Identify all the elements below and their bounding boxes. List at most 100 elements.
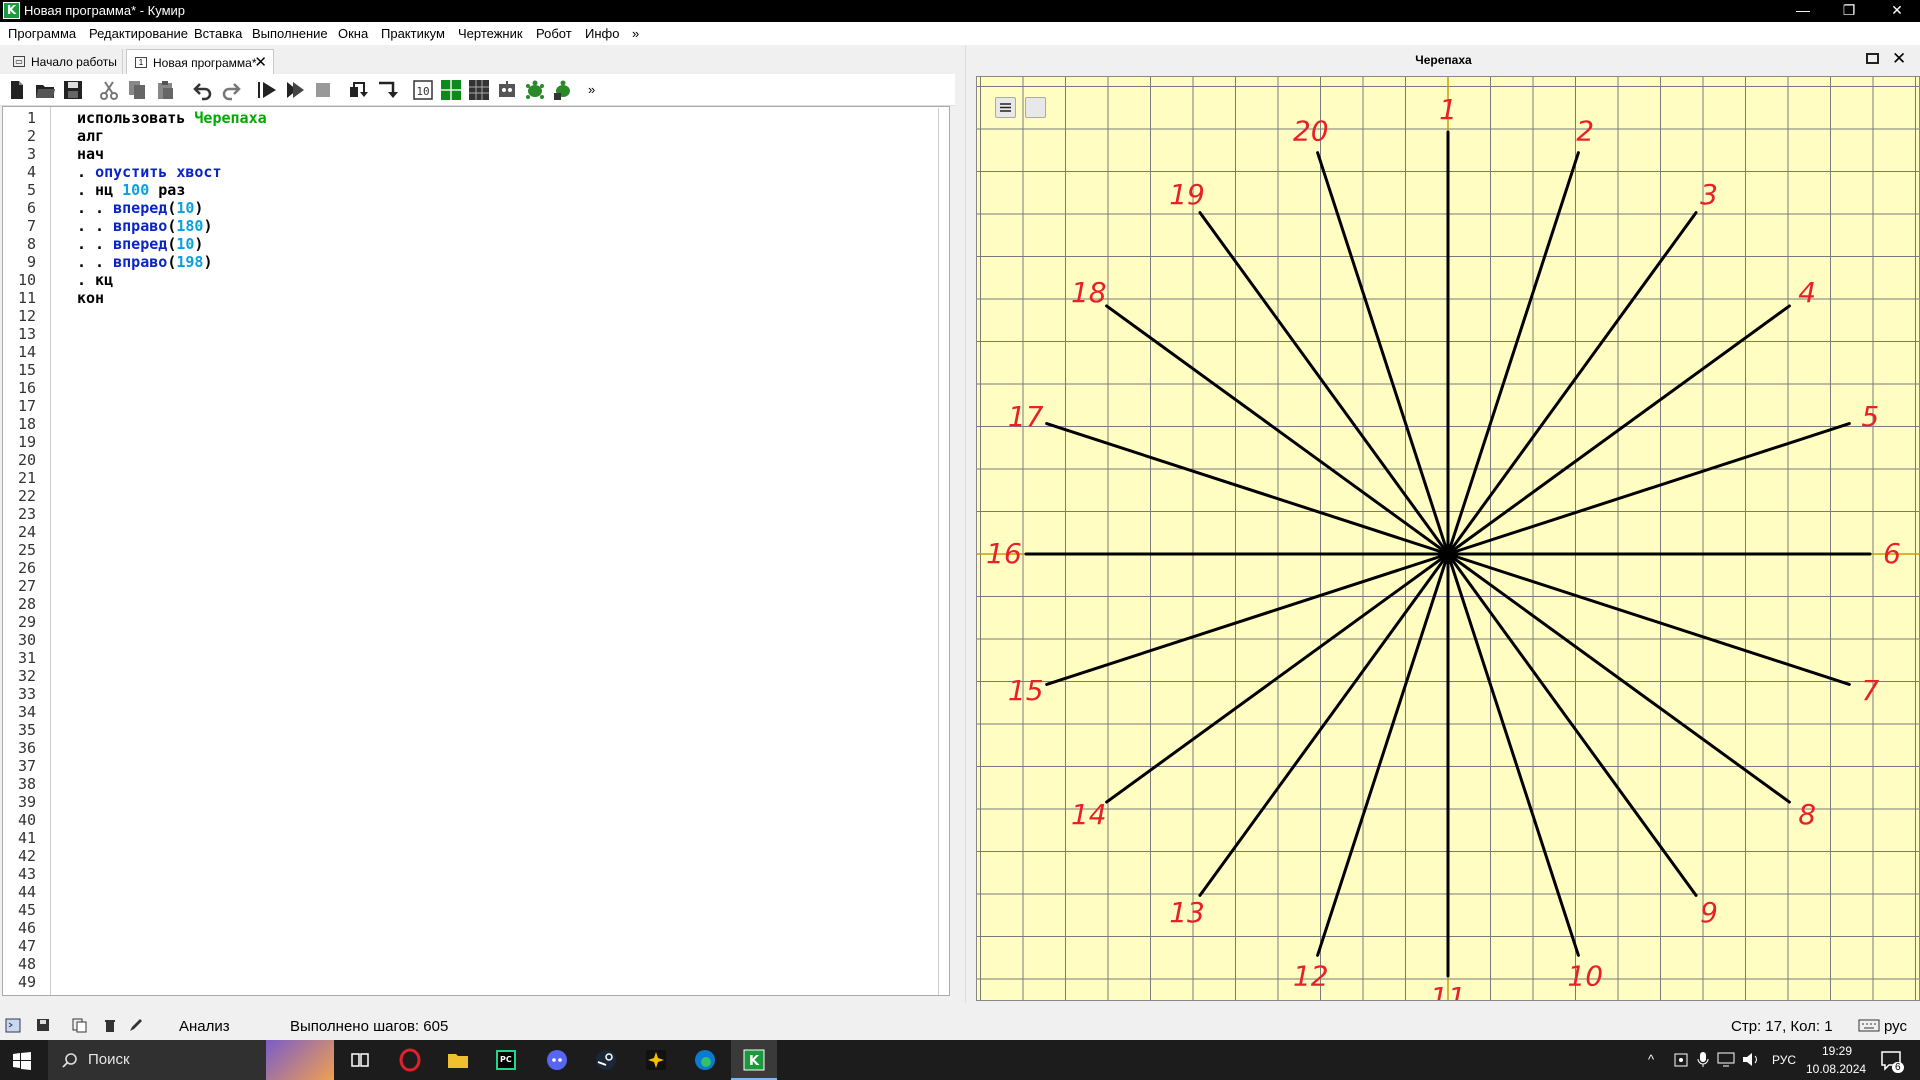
line-number: 32 xyxy=(17,667,36,685)
menu-edit[interactable]: Редактирование xyxy=(89,26,188,41)
line-number: 13 xyxy=(17,325,36,343)
star-app-icon[interactable] xyxy=(644,1048,668,1072)
edge-icon[interactable] xyxy=(693,1048,717,1072)
steam-icon[interactable] xyxy=(594,1048,618,1072)
input-language: рус xyxy=(1884,1018,1908,1035)
minimize-button[interactable]: — xyxy=(1780,0,1826,22)
code-line[interactable]: использовать Черепаха xyxy=(77,109,267,127)
kumir-app-icon: K xyxy=(3,2,20,19)
notification-count: 6 xyxy=(1892,1062,1904,1073)
network-icon[interactable] xyxy=(1717,1052,1735,1067)
variables-icon[interactable]: 10 xyxy=(412,79,434,101)
cut-icon[interactable] xyxy=(98,79,120,101)
code-line[interactable]: . . вперед(10) xyxy=(77,235,203,253)
line-number: 10 xyxy=(17,271,36,289)
menu-overflow[interactable]: » xyxy=(632,26,639,41)
code-line[interactable]: . опустить хвост xyxy=(77,163,222,181)
clear-output-icon[interactable] xyxy=(102,1018,118,1033)
step-into-icon[interactable] xyxy=(376,79,398,101)
canvas-menu-icon[interactable] xyxy=(995,97,1016,118)
menu-program[interactable]: Программа xyxy=(8,26,76,41)
code-token: . нц xyxy=(77,181,123,199)
redo-icon[interactable] xyxy=(220,79,242,101)
line-number: 9 xyxy=(26,253,36,271)
paste-icon[interactable] xyxy=(154,79,176,101)
console-icon[interactable] xyxy=(5,1018,21,1033)
menu-info[interactable]: Инфо xyxy=(585,26,619,41)
line-number: 25 xyxy=(17,541,36,559)
editor-scrollbar[interactable] xyxy=(938,108,949,995)
code-line[interactable]: . нц 100 раз xyxy=(77,181,185,199)
code-line[interactable]: нач xyxy=(77,145,104,163)
keyboard-language[interactable]: РУС xyxy=(1772,1053,1796,1067)
menu-run[interactable]: Выполнение xyxy=(252,26,328,41)
edit-output-icon[interactable] xyxy=(128,1018,144,1033)
opera-icon[interactable] xyxy=(398,1048,422,1072)
turtle-ray xyxy=(1446,552,1698,897)
code-token: вправо xyxy=(113,253,168,271)
save-icon[interactable] xyxy=(62,79,84,101)
turtle2-icon[interactable] xyxy=(552,79,574,101)
discord-icon[interactable] xyxy=(545,1048,569,1072)
kumir-taskbar-item[interactable]: K xyxy=(731,1040,777,1080)
tray-chevron-icon[interactable]: ^ xyxy=(1648,1052,1654,1067)
menu-drawer[interactable]: Чертежник xyxy=(458,26,523,41)
tab-close-icon[interactable]: ✕ xyxy=(254,53,267,71)
code-line[interactable]: алг xyxy=(77,127,104,145)
drawer-icon[interactable] xyxy=(440,79,462,101)
windows-start-icon[interactable] xyxy=(13,1052,31,1070)
volume-icon[interactable] xyxy=(1742,1052,1760,1067)
search-placeholder: Поиск xyxy=(88,1051,130,1068)
turtle-ray xyxy=(1198,211,1450,556)
float-panel-icon[interactable] xyxy=(1866,53,1879,64)
code-line[interactable]: . . вправо(198) xyxy=(77,253,212,271)
menu-insert[interactable]: Вставка xyxy=(194,26,242,41)
turtle-icon[interactable] xyxy=(524,79,546,101)
file-explorer-icon[interactable] xyxy=(446,1048,470,1072)
restore-button[interactable]: ❐ xyxy=(1826,0,1872,22)
run-icon[interactable] xyxy=(256,79,278,101)
close-panel-icon[interactable]: ✕ xyxy=(1892,49,1906,69)
step-over-icon[interactable] xyxy=(348,79,370,101)
code-token: кон xyxy=(77,289,105,307)
status-bar: Анализ Выполнено шагов: 605 Стр: 17, Кол… xyxy=(0,1012,1920,1040)
clock-date[interactable]: 10.08.2024 xyxy=(1806,1062,1866,1076)
clock-time[interactable]: 19:29 xyxy=(1822,1044,1852,1058)
canvas-option-button[interactable] xyxy=(1025,97,1046,118)
tab-new-program[interactable]: 1 Новая программа* ✕ xyxy=(126,49,274,74)
tab-start[interactable]: ▭ Начало работы xyxy=(5,49,123,74)
menu-windows[interactable]: Окна xyxy=(338,26,368,41)
task-view-icon[interactable] xyxy=(348,1048,372,1072)
code-token: ) xyxy=(194,235,204,253)
pycharm-icon[interactable]: PC xyxy=(494,1048,518,1072)
copy-output-icon[interactable] xyxy=(72,1018,88,1033)
turtle-canvas[interactable]: 1 2 3 4 5 6 7 8 9 10 11 12 13 14 15 16 17 18 19 20 xyxy=(976,76,1920,1001)
svg-text:PC: PC xyxy=(500,1055,512,1064)
save-output-icon[interactable] xyxy=(36,1018,52,1033)
code-token: ) xyxy=(203,217,213,235)
robot-icon[interactable] xyxy=(496,79,518,101)
tray-app-icon[interactable] xyxy=(1674,1052,1688,1068)
code-line[interactable]: кон xyxy=(77,289,104,307)
new-file-icon[interactable] xyxy=(6,79,28,101)
code-line[interactable]: . . вперед(10) xyxy=(77,199,203,217)
code-editor[interactable]: 1 2 3 4 5 6 7 8 9 10 11 12 13 14 15 16 17 18 19 20 21 22 23 24 2… xyxy=(2,106,950,996)
line-number: 3 xyxy=(26,145,36,163)
toolbar-overflow[interactable]: » xyxy=(588,82,610,104)
menu-practicum[interactable]: Практикум xyxy=(381,26,445,41)
undo-icon[interactable] xyxy=(192,79,214,101)
ray-label: 18 xyxy=(1071,276,1107,309)
code-token: вправо xyxy=(113,217,168,235)
taskbar-search[interactable]: Поиск xyxy=(48,1040,334,1080)
open-folder-icon[interactable] xyxy=(34,79,56,101)
microphone-icon[interactable] xyxy=(1697,1051,1709,1068)
line-number: 31 xyxy=(17,649,36,667)
copy-icon[interactable] xyxy=(126,79,148,101)
close-button[interactable]: ✕ xyxy=(1874,0,1920,22)
step-run-icon[interactable] xyxy=(284,79,306,101)
code-line[interactable]: . . вправо(180) xyxy=(77,217,212,235)
stop-icon[interactable] xyxy=(312,79,334,101)
robot-field-icon[interactable] xyxy=(468,79,490,101)
menu-robot[interactable]: Робот xyxy=(536,26,572,41)
code-line[interactable]: . кц xyxy=(77,271,113,289)
